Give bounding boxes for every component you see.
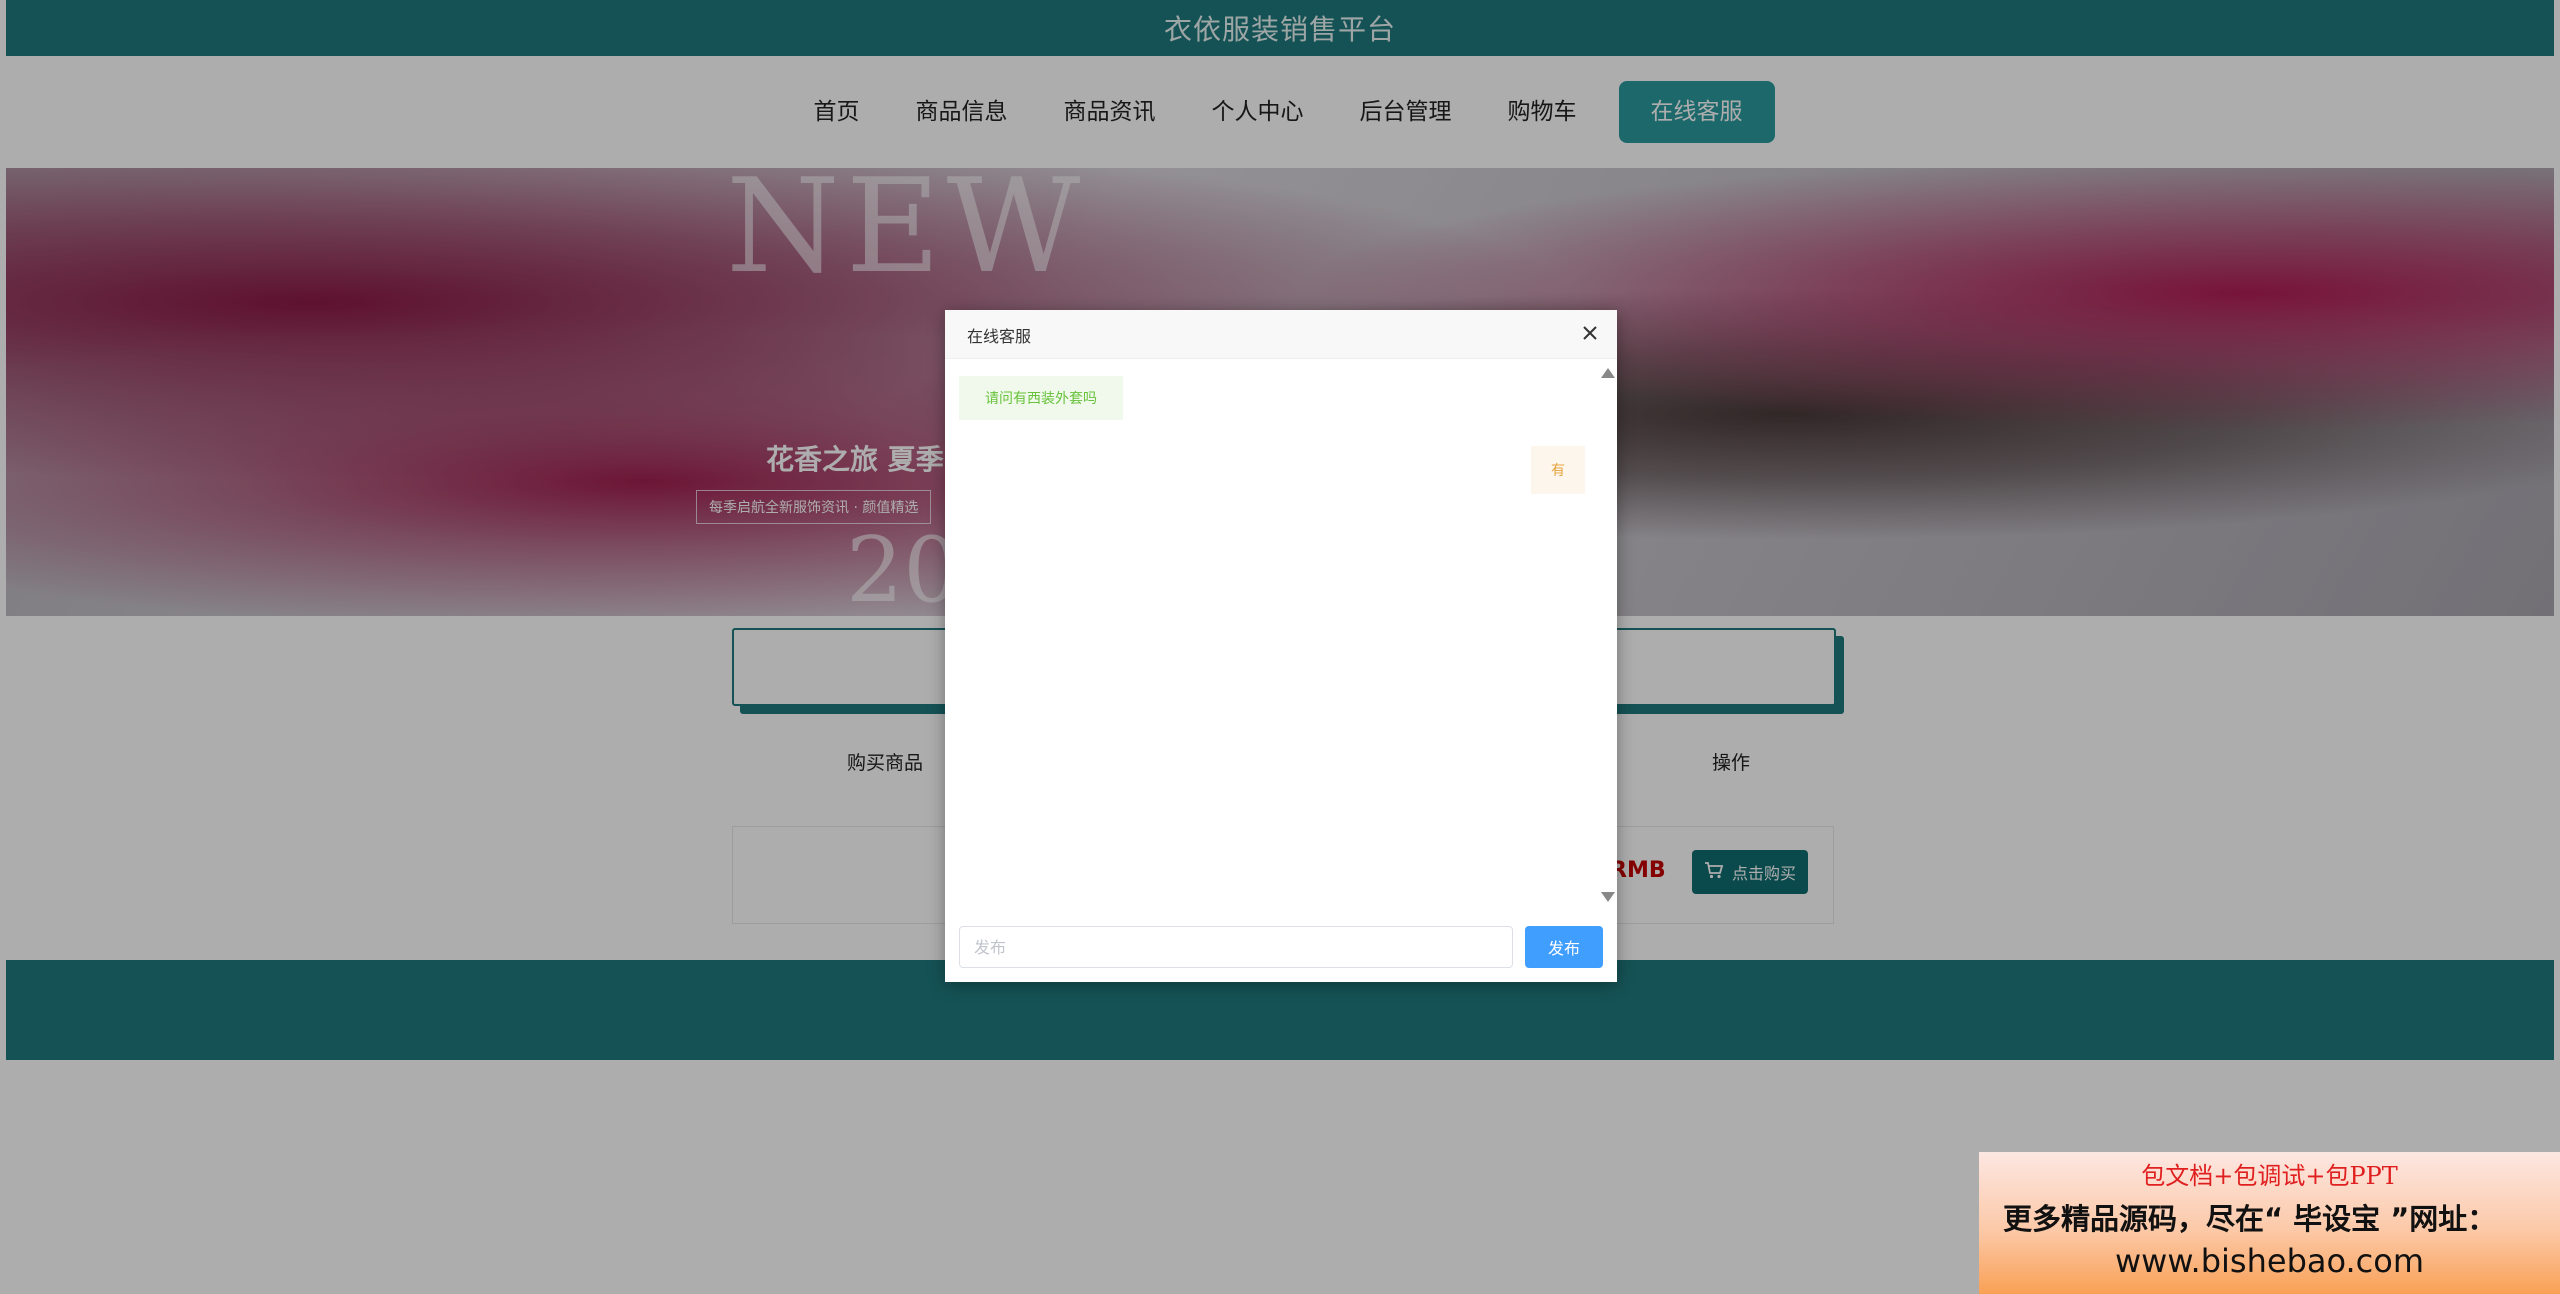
chat-message-customer: 请问有西装外套吗: [959, 376, 1123, 420]
dialog-title: 在线客服: [967, 327, 1032, 346]
online-service-dialog: 在线客服 请问有西装外套吗 有 发布: [945, 310, 1617, 982]
watermark-ad: 包文档+包调试+包PPT 更多精品源码，尽在“ 毕设宝 ”网址： www.bis…: [1979, 1152, 2560, 1294]
chat-message-service: 有: [1531, 446, 1585, 494]
send-button[interactable]: 发布: [1525, 926, 1603, 968]
ad-line-offer: 包文档+包调试+包PPT: [2141, 1162, 2398, 1190]
ad-line-url: www.bishebao.com: [2114, 1242, 2425, 1280]
dialog-header: 在线客服: [945, 310, 1617, 359]
scroll-up-arrow-icon[interactable]: [1601, 368, 1615, 378]
chat-message-area[interactable]: 请问有西装外套吗 有: [945, 358, 1617, 918]
ad-line-promo: 更多精品源码，尽在“ 毕设宝 ”网址：: [2003, 1202, 2497, 1236]
close-icon[interactable]: [1577, 320, 1603, 346]
scroll-down-arrow-icon[interactable]: [1601, 892, 1615, 902]
message-input[interactable]: [959, 926, 1513, 968]
